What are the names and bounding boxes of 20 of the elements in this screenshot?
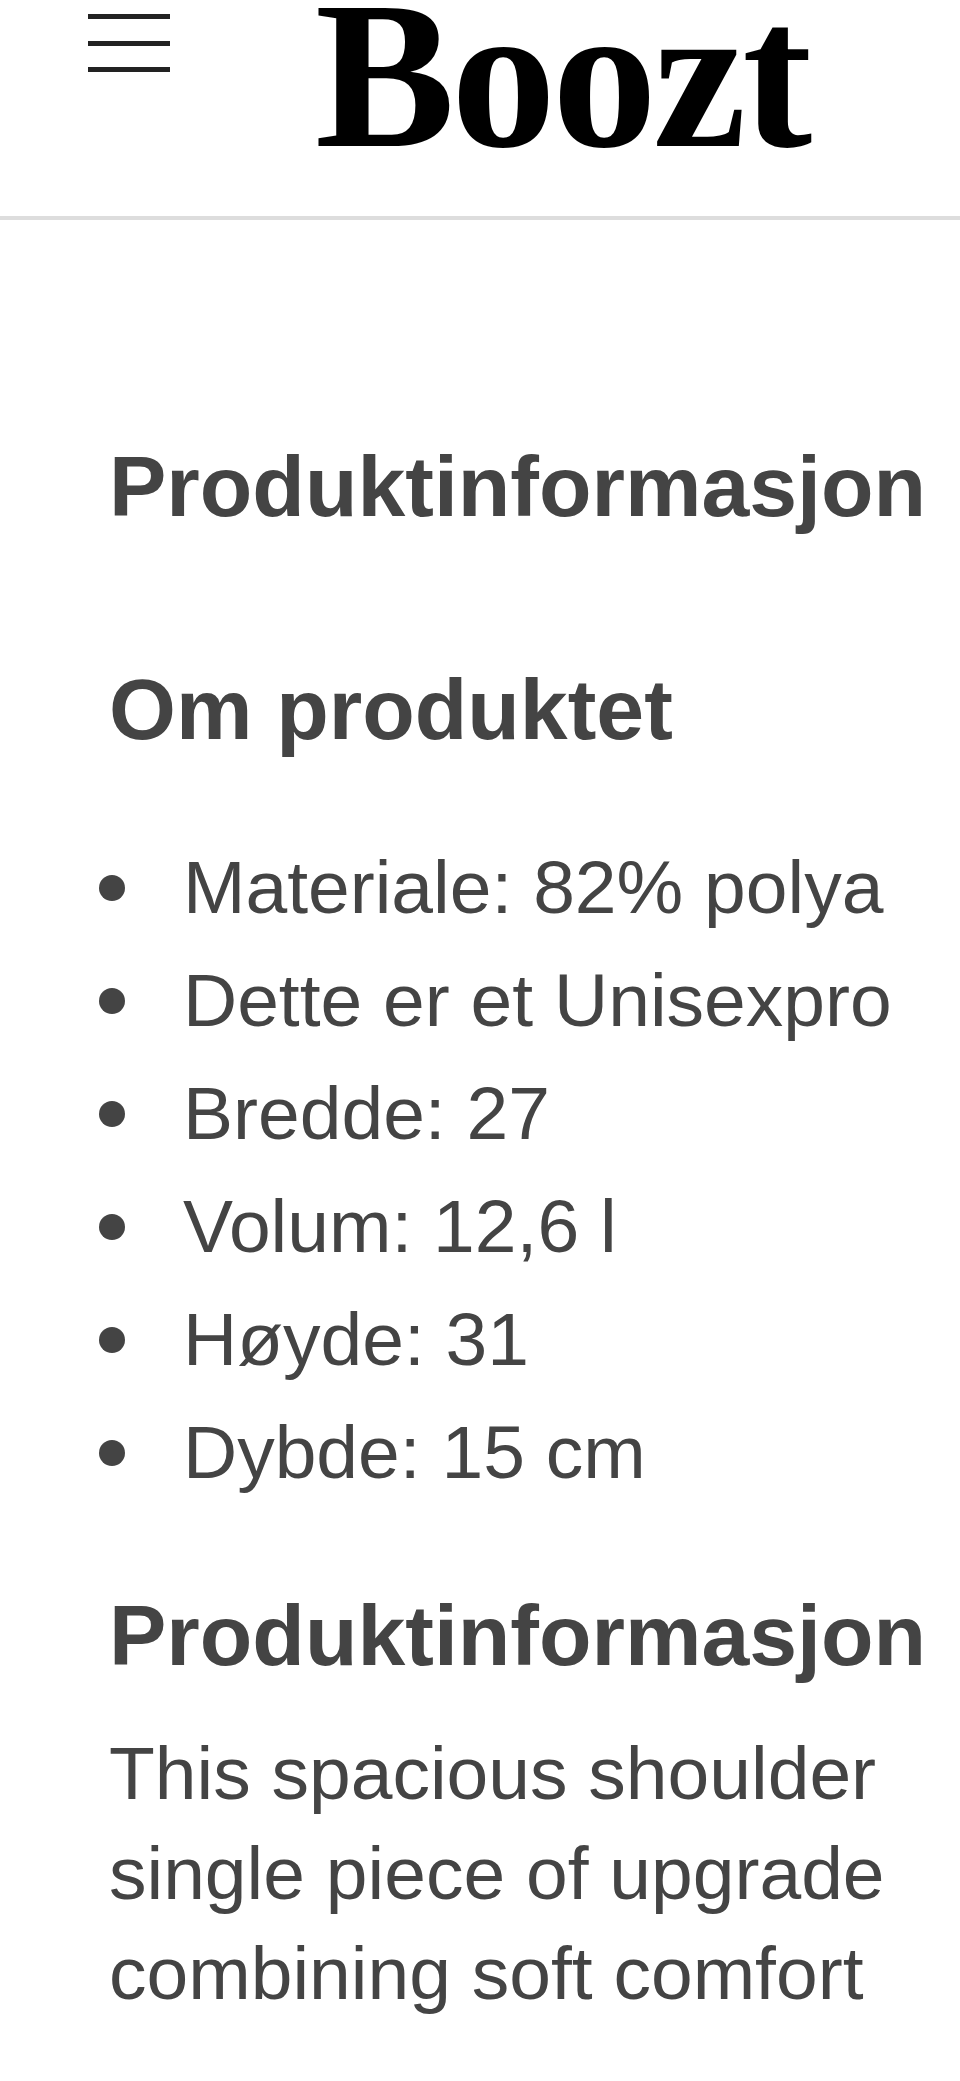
list-item-text: Dette er et Unisexpro — [183, 957, 892, 1045]
section-heading: Om produktet — [109, 660, 674, 760]
menu-icon[interactable] — [88, 14, 170, 72]
section-heading: Produktinformasjon — [109, 437, 928, 536]
section-heading: Produktinformasjon — [109, 1586, 928, 1686]
paragraph-line: single piece of upgrade — [109, 1829, 886, 1917]
list-item-text: Høyde: 31 — [183, 1296, 529, 1384]
bullet-icon — [99, 1439, 125, 1466]
bullet-icon — [99, 1213, 125, 1240]
list-item-text: Dybde: 15 cm — [183, 1409, 646, 1497]
bullet-icon — [99, 1326, 125, 1353]
bullet-icon — [99, 987, 125, 1014]
logo[interactable]: Boozt — [315, 0, 809, 180]
paragraph-line: combining soft comfort — [109, 1929, 865, 2017]
list-item-text: Materiale: 82% polya — [183, 844, 884, 932]
bullet-icon — [99, 874, 125, 901]
list-item-text: Volum: 12,6 l — [183, 1183, 617, 1271]
bullet-icon — [99, 1100, 125, 1127]
paragraph-line: This spacious shoulder — [109, 1729, 878, 1817]
list-item-text: Bredde: 27 — [183, 1070, 550, 1158]
